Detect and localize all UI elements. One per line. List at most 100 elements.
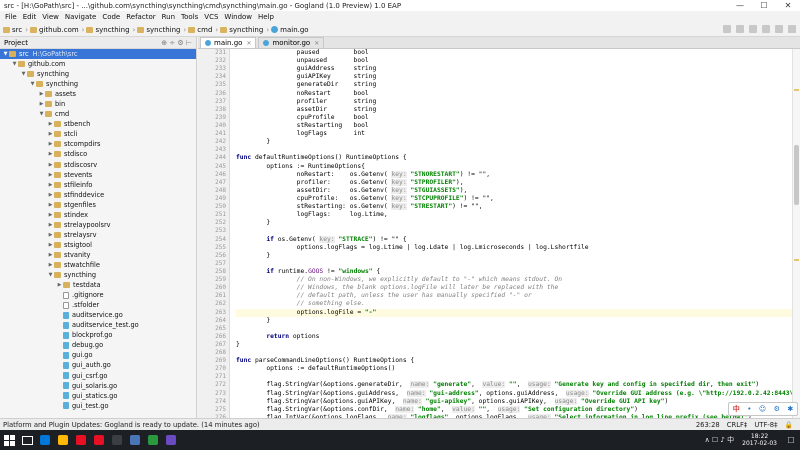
collapsed-arrow-icon[interactable]: ▶ [47, 141, 54, 147]
code-line[interactable]: stRestarting: os.Getenv( key: "STRESTART… [236, 203, 796, 211]
close-button[interactable]: ✕ [776, 0, 800, 11]
ime-button[interactable]: 中 [733, 404, 740, 414]
code-line[interactable]: } [236, 219, 796, 227]
code-line[interactable]: noRestart: os.Getenv( key: "STNORESTART"… [236, 170, 796, 179]
code-line[interactable]: profiler string [236, 98, 796, 106]
tab-close-icon[interactable]: ✕ [246, 40, 251, 47]
menu-item-run[interactable]: Run [159, 13, 178, 21]
menu-item-navigate[interactable]: Navigate [62, 13, 99, 21]
code-line[interactable]: flag.StringVar(&options.guiAPIKey, name:… [236, 397, 796, 406]
code-line[interactable]: if runtime.GOOS != "windows" { [236, 268, 796, 276]
tree-file[interactable]: auditservice_test.go [0, 320, 196, 330]
line-separator[interactable]: CRLF‡ [727, 421, 748, 429]
code-line[interactable]: if os.Getenv( key: "STTRACE") != "" { [236, 235, 796, 244]
breadcrumb-item[interactable]: syncthing › [86, 26, 135, 34]
menu-item-edit[interactable]: Edit [20, 13, 40, 21]
scrollbar-thumb[interactable] [794, 145, 799, 205]
code-line[interactable]: } [236, 252, 796, 260]
status-message[interactable]: Platform and Plugin Updates: Gogland is … [3, 421, 696, 429]
code-line[interactable]: flag.StringVar(&options.guiAddress, name… [236, 389, 796, 398]
tree-folder[interactable]: ▶ stindex [0, 210, 196, 220]
code-line[interactable]: return options [236, 333, 796, 341]
tab-close-icon[interactable]: ✕ [314, 40, 319, 47]
tree-folder[interactable]: ▶ stvanity [0, 250, 196, 260]
code-line[interactable]: } [236, 341, 796, 349]
code-line[interactable]: logFlags int [236, 130, 796, 138]
collapsed-arrow-icon[interactable]: ▶ [47, 262, 54, 268]
settings-icon[interactable] [775, 25, 783, 33]
tab-main-go[interactable]: main.go ✕ [200, 37, 257, 48]
tree-file[interactable]: blockprof.go [0, 330, 196, 340]
code-line[interactable] [236, 227, 796, 235]
ime-button[interactable]: ⚙ [774, 405, 780, 413]
breadcrumb-item[interactable]: cmd › [188, 26, 218, 34]
code-line[interactable]: options := defaultRuntimeOptions() [236, 365, 796, 373]
breadcrumb-item[interactable]: src › [3, 26, 28, 34]
project-title[interactable]: Project [4, 39, 28, 47]
tree-folder[interactable]: ▶ stfileinfo [0, 180, 196, 190]
collapsed-arrow-icon[interactable]: ▶ [47, 131, 54, 137]
maximize-button[interactable]: ☐ [752, 0, 776, 11]
tree-file[interactable]: gui.go [0, 350, 196, 360]
breadcrumb-item[interactable]: syncthing › [137, 26, 186, 34]
expanded-arrow-icon[interactable]: ▼ [38, 111, 45, 117]
tree-folder[interactable]: ▼ cmd [0, 109, 196, 119]
expanded-arrow-icon[interactable]: ▼ [2, 51, 9, 57]
tab-monitor-go[interactable]: monitor.go ✕ [258, 37, 325, 48]
code-line[interactable]: cpuProfile: os.Getenv( key: "STCPUPROFIL… [236, 194, 796, 203]
taskbar-app-button[interactable] [144, 430, 162, 450]
collapsed-arrow-icon[interactable]: ▶ [47, 172, 54, 178]
collapsed-arrow-icon[interactable]: ▶ [47, 151, 54, 157]
tree-folder[interactable]: ▼ src H:\GoPath\src [0, 49, 196, 60]
run-config-icon[interactable] [723, 25, 731, 33]
collapsed-arrow-icon[interactable]: ▶ [56, 282, 63, 288]
minimize-button[interactable]: — [728, 0, 752, 11]
stop-icon[interactable] [762, 25, 770, 33]
collapsed-arrow-icon[interactable]: ▶ [47, 232, 54, 238]
tree-folder[interactable]: ▶ stbench [0, 119, 196, 129]
notification-icon[interactable]: ☐ [782, 430, 800, 450]
collapsed-arrow-icon[interactable]: ▶ [47, 222, 54, 228]
tree-folder[interactable]: ▶ stcli [0, 129, 196, 139]
code-line[interactable]: assetDir: os.Getenv( key: "STGUIASSETS")… [236, 186, 796, 195]
code-line[interactable] [236, 260, 796, 268]
tree-file[interactable]: gui_solaris.go [0, 381, 196, 391]
collapsed-arrow-icon[interactable]: ▶ [47, 202, 54, 208]
code-line[interactable]: assetDir string [236, 106, 796, 114]
tree-folder[interactable]: ▶ bin [0, 99, 196, 109]
tree-folder[interactable]: ▶ strelaypoolsrv [0, 220, 196, 230]
expanded-arrow-icon[interactable]: ▼ [29, 81, 36, 87]
tree-folder[interactable]: ▼ syncthing [0, 79, 196, 89]
ime-button[interactable]: ☺ [759, 405, 766, 413]
menu-item-window[interactable]: Window [221, 13, 255, 21]
code-line[interactable]: } [236, 317, 796, 325]
code-line[interactable]: stRestarting bool [236, 122, 796, 130]
tree-folder[interactable]: ▶ stdiscosrv [0, 160, 196, 170]
tree-folder[interactable]: ▼ github.com [0, 59, 196, 69]
debug-icon[interactable] [749, 25, 757, 33]
clock[interactable]: 18:22 2017-02-03 [737, 433, 782, 447]
menu-item-tools[interactable]: Tools [178, 13, 201, 21]
search-everywhere-icon[interactable] [788, 25, 796, 33]
code-line[interactable]: logFlags: log.Ltime, [236, 211, 796, 219]
code-line[interactable] [236, 325, 796, 333]
tree-folder[interactable]: ▼ syncthing [0, 270, 196, 280]
task-view-button[interactable] [18, 430, 36, 450]
taskbar-app-button[interactable] [126, 430, 144, 450]
ime-button[interactable]: ✱ [787, 405, 793, 413]
code-line[interactable] [236, 349, 796, 357]
collapsed-arrow-icon[interactable]: ▶ [47, 212, 54, 218]
code-line[interactable] [236, 146, 796, 154]
tree-folder[interactable]: ▶ assets [0, 89, 196, 99]
taskbar-app-button[interactable] [90, 430, 108, 450]
breadcrumb-item[interactable]: syncthing › [220, 26, 269, 34]
tree-file[interactable]: auditservice.go [0, 310, 196, 320]
taskbar-app-button[interactable] [36, 430, 54, 450]
menu-item-refactor[interactable]: Refactor [123, 13, 158, 21]
collapsed-arrow-icon[interactable]: ▶ [47, 182, 54, 188]
taskbar-app-button[interactable] [108, 430, 126, 450]
code-line[interactable] [236, 373, 796, 381]
tree-folder[interactable]: ▶ stdisco [0, 149, 196, 159]
menu-item-vcs[interactable]: VCS [201, 13, 221, 21]
code-editor[interactable]: 231 232 233 234 235 236 237 238 239 240 241 242 243 2… [198, 49, 800, 418]
